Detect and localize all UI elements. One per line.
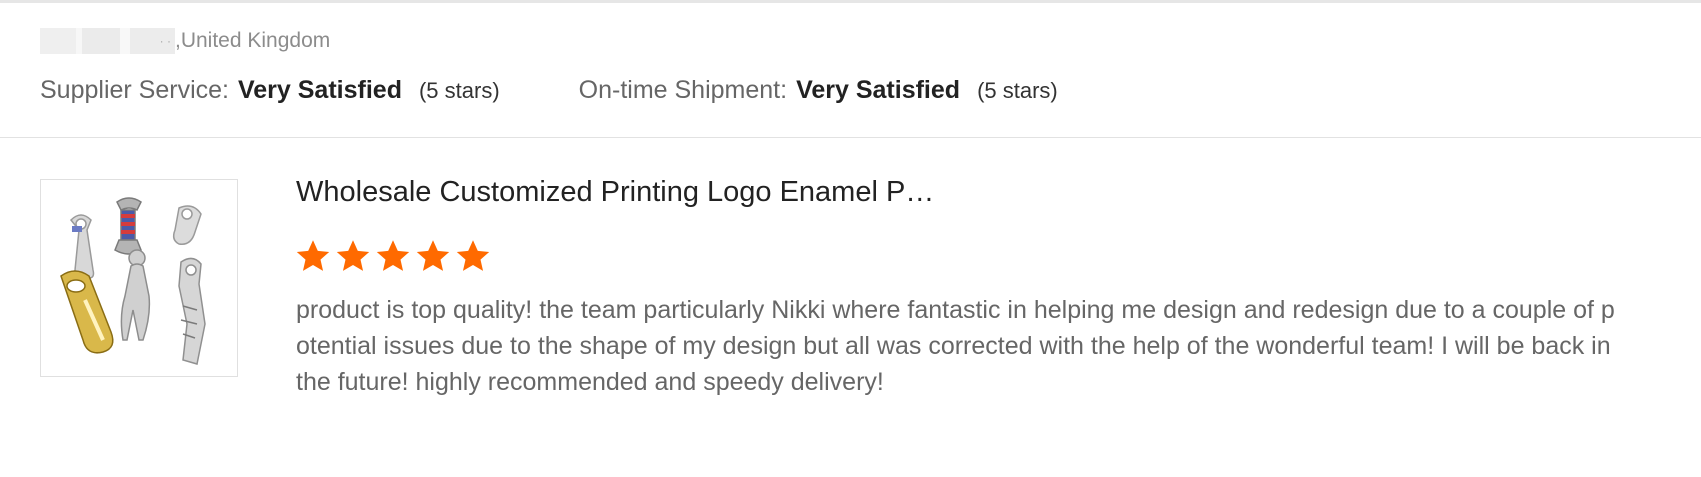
service-ratings: Supplier Service: Very Satisfied (5 star…: [40, 72, 1058, 108]
product-image[interactable]: [40, 179, 238, 377]
star-icon: [376, 240, 410, 271]
buyer-name-masked: · ·: [40, 28, 175, 54]
star-shape: [456, 240, 490, 271]
star-icon: [296, 240, 330, 271]
star-icon: [456, 240, 490, 271]
star-icon: [336, 240, 370, 271]
star-shape: [416, 240, 450, 271]
star-shape: [296, 240, 330, 271]
supplier-service-label: Supplier Service:: [40, 75, 229, 104]
star-shape: [336, 240, 370, 271]
section-divider: [0, 137, 1701, 138]
supplier-service-value: Very Satisfied: [237, 75, 402, 104]
supplier-service-rating: Supplier Service: Very Satisfied (5 star…: [40, 76, 500, 105]
on-time-shipment-label: On-time Shipment:: [578, 75, 788, 104]
product-bottle-openers-image: [60, 197, 206, 365]
top-divider: [0, 0, 1701, 3]
product-title-link[interactable]: Wholesale Customized Printing Logo Ename…: [296, 176, 934, 209]
supplier-service-stars: (5 stars): [418, 77, 500, 103]
review-star-rating: [295, 238, 491, 274]
review-text: product is top quality! the team particu…: [296, 296, 1615, 396]
buyer-location: ,United Kingdom: [175, 29, 331, 52]
star-shape: [376, 240, 410, 271]
on-time-shipment-stars: (5 stars): [977, 77, 1058, 103]
buyer-info: · · ,United Kingdom: [40, 28, 330, 54]
star-icon: [416, 240, 450, 271]
on-time-shipment-rating: On-time Shipment: Very Satisfied (5 star…: [579, 76, 1058, 105]
on-time-shipment-value: Very Satisfied: [796, 75, 961, 104]
